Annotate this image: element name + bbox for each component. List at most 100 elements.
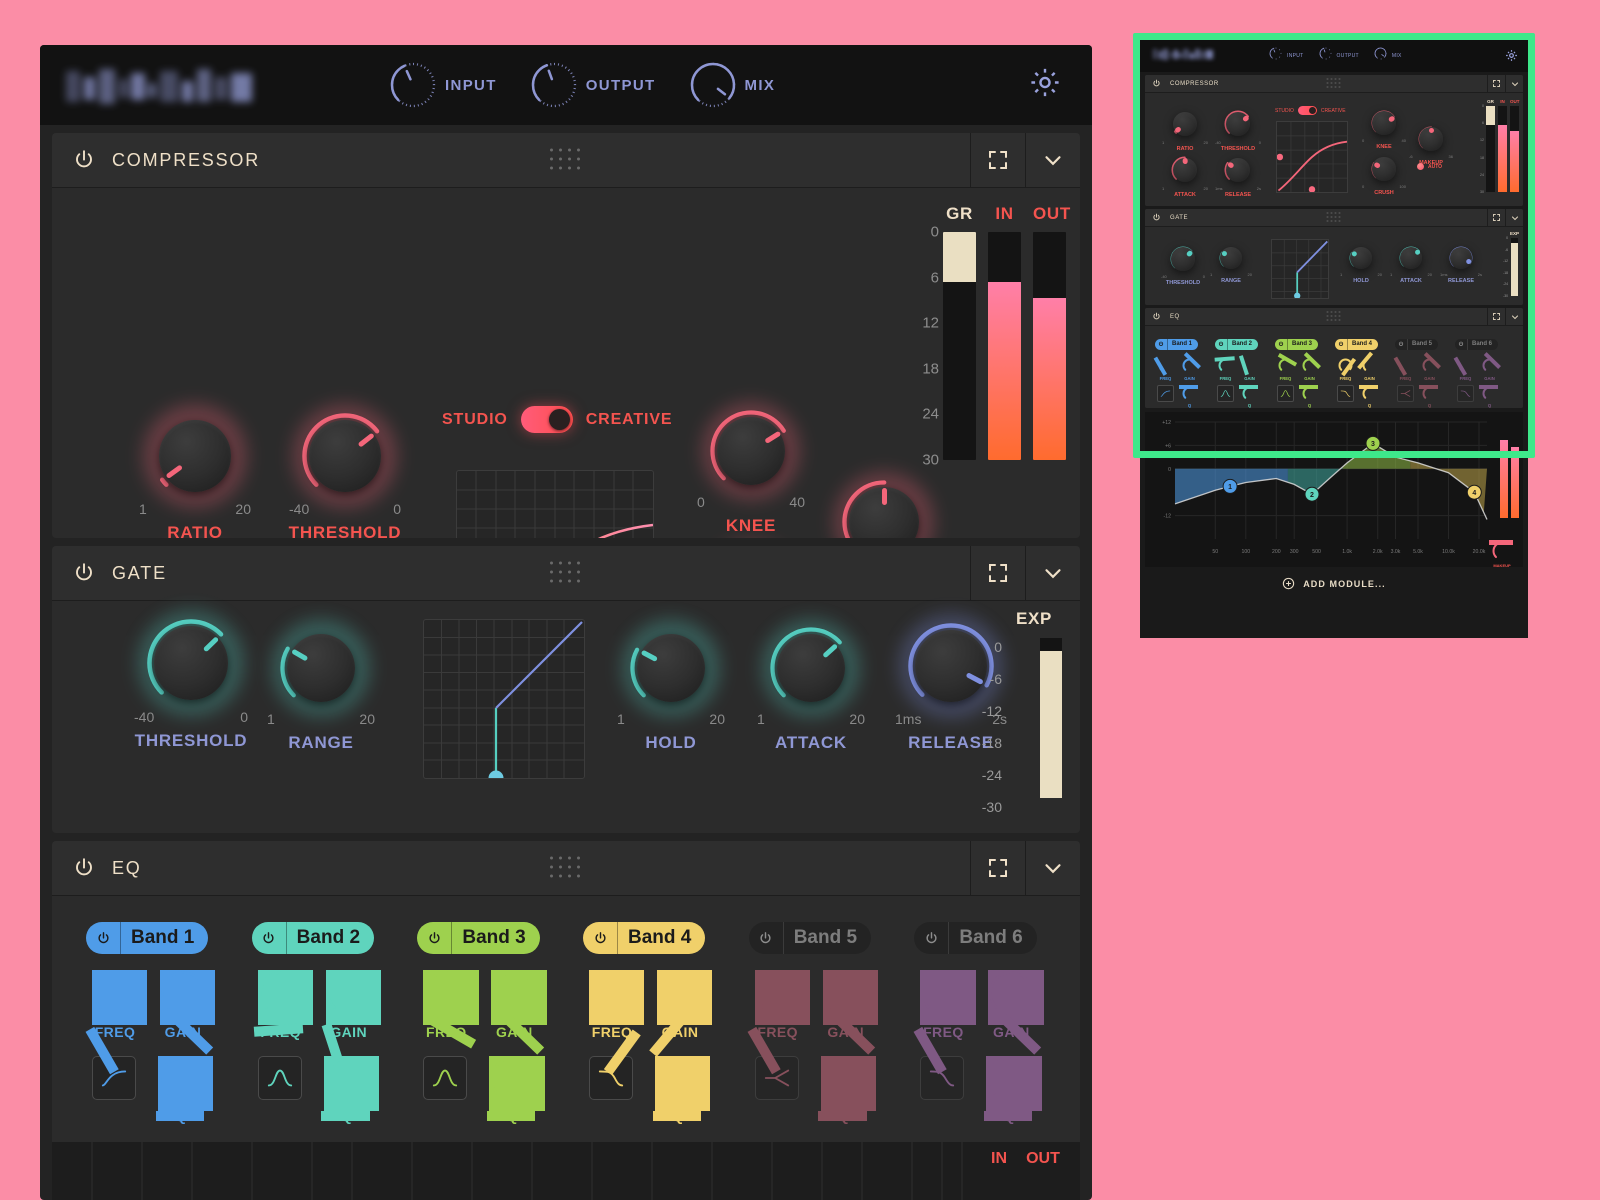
eq-band-2-freq-knob[interactable]: FREQ [253,970,313,1040]
thumb-eq-band-2-q[interactable]: Q [1238,385,1258,408]
eq-band-2-q-knob[interactable]: Q [321,1056,379,1124]
gear-icon[interactable] [1505,49,1518,67]
thumb-toggle-switch[interactable] [1297,106,1317,115]
thumb-knob-crush[interactable]: 0 100 CRUSH [1362,155,1406,196]
compressor-mode-toggle[interactable]: STUDIO CREATIVE [442,406,673,433]
thumb-eq-band-2-shape-bell-icon[interactable] [1217,385,1234,402]
eq-band-1-gain-knob[interactable]: GAIN [160,970,216,1055]
thumb-eq-band-3-q[interactable]: Q [1298,385,1318,408]
knob-ratio[interactable]: 1 20 RATIO [139,404,251,538]
power-icon[interactable] [1152,209,1161,227]
global-knob-input[interactable]: INPUT [390,62,497,108]
drag-grip-icon[interactable] [1326,311,1342,322]
expand-icon[interactable] [1487,75,1505,92]
power-icon[interactable] [252,922,287,954]
chevron-down-icon[interactable] [1505,308,1523,325]
thumb-global-knob-input[interactable]: INPUT [1268,46,1304,66]
eq-band-5-gain-knob[interactable]: GAIN [822,970,878,1055]
thumb-knob-threshold[interactable]: -40 0 THRESHOLD [1215,109,1261,152]
thumb-auto-control[interactable]: AUTO [1417,163,1442,170]
thumb-eq-response-graph[interactable]: 1 2 3 4 50 100 200 300 500 1.0k 2.0k 3.0k 5.0k 10.… [1145,412,1523,567]
thumb-eq-band-5-freq[interactable]: FREQ [1393,357,1414,381]
power-icon[interactable] [914,922,950,954]
knob-range[interactable]: 1 20 RANGE [267,618,375,752]
knob-knee[interactable]: 0 40 KNEE [697,401,805,535]
knob-ring-icon[interactable] [390,62,436,108]
thumb-eq-band-6-gain[interactable]: GAIN [1481,352,1501,381]
thumb-eq-band-2-freq[interactable]: FREQ [1214,356,1234,381]
thumb-knob-range[interactable]: 1 20 RANGE [1210,245,1252,284]
eq-band-6-gain-knob[interactable]: GAIN [988,970,1044,1055]
thumb-eq-band-1-freq[interactable]: FREQ [1153,357,1174,381]
power-icon[interactable] [1155,338,1168,350]
power-icon[interactable] [1455,338,1468,350]
power-icon[interactable] [1335,338,1348,350]
thumb-eq-band-6-shape-low-pass-icon[interactable] [1457,385,1474,402]
thumb-eq-band-3-freq[interactable]: FREQ [1277,353,1297,381]
thumb-eq-band-6-freq[interactable]: FREQ [1453,357,1474,381]
expand-icon[interactable] [970,841,1025,895]
thumb-knob-makeup[interactable]: -6 36 MAKEUP [1409,125,1453,166]
chevron-down-icon[interactable] [1025,546,1080,600]
eq-band-6-freq-knob[interactable]: FREQ [913,970,976,1075]
thumb-eq-band-5-q[interactable]: Q [1418,385,1438,408]
power-icon[interactable] [1152,308,1161,326]
thumb-knob-release[interactable]: 1ms 2s RELEASE [1440,245,1482,284]
power-icon[interactable] [749,922,784,954]
thumb-knob-attack[interactable]: 1 20 ATTACK [1162,155,1208,198]
thumb-knob-release[interactable]: 1ms 2s RELEASE [1215,155,1261,198]
eq-band-4-freq-knob[interactable]: FREQ [589,970,645,1075]
compressor-curve-graph[interactable] [456,470,654,538]
eq-band-2-toggle[interactable]: Band 2 [251,922,375,954]
thumb-eq-band-4-freq[interactable]: FREQ [1337,357,1356,381]
thumb-eq-band-3-gain[interactable]: GAIN [1301,352,1321,381]
thumb-eq-band-6-toggle[interactable]: Band 6 [1455,338,1499,350]
thumb-eq-band-6-q[interactable]: Q [1478,385,1498,408]
power-icon[interactable] [417,922,453,954]
eq-band-4-gain-knob[interactable]: GAIN [648,970,713,1057]
global-knob-mix[interactable]: MIX [690,62,776,108]
thumb-eq-band-4-q[interactable]: Q [1358,385,1378,408]
thumb-global-knob-output[interactable]: OUTPUT [1318,46,1359,66]
knob-ring-icon[interactable] [690,62,736,108]
power-icon[interactable] [1395,338,1408,350]
global-knob-output[interactable]: OUTPUT [531,62,656,108]
drag-grip-icon[interactable] [550,561,582,585]
thumb-eq-band-4-shape-high-shelf-icon[interactable] [1337,385,1354,402]
drag-grip-icon[interactable] [550,856,582,880]
eq-band-2-shape-bell-icon[interactable] [257,1056,302,1100]
thumb-knob-attack[interactable]: 1 20 ATTACK [1390,245,1432,284]
thumb-eq-band-2-toggle[interactable]: Band 2 [1215,338,1259,350]
eq-band-3-gain-knob[interactable]: GAIN [491,970,547,1055]
expand-icon[interactable] [970,133,1025,187]
led-icon[interactable] [1417,163,1424,170]
eq-band-1-q-knob[interactable]: Q [155,1056,214,1124]
eq-band-3-toggle[interactable]: Band 3 [417,922,540,954]
eq-band-4-toggle[interactable]: Band 4 [583,922,706,954]
chevron-down-icon[interactable] [1025,841,1080,895]
thumb-eq-band-1-gain[interactable]: GAIN [1181,352,1201,381]
power-icon[interactable] [72,148,96,172]
expand-icon[interactable] [1487,308,1505,325]
power-icon[interactable] [583,922,619,954]
eq-band-5-freq-knob[interactable]: FREQ [747,970,810,1075]
thumb-eq-band-5-shape-notch-icon[interactable] [1397,385,1414,402]
eq-response-graph[interactable]: IN OUT [52,1142,1080,1200]
thumb-makeup-knob[interactable]: MAKEUP [1488,540,1513,567]
thumb-eq-band-3-shape-bell-icon[interactable] [1277,385,1294,402]
knob-attack[interactable]: 1 20 ATTACK [757,618,865,752]
thumb-global-knob-mix[interactable]: MIX [1373,46,1402,66]
eq-band-5-q-knob[interactable]: Q [818,1056,876,1124]
knob-hold[interactable]: 1 20 HOLD [617,618,725,752]
eq-band-1-freq-knob[interactable]: FREQ [85,970,148,1075]
drag-grip-icon[interactable] [1326,212,1342,223]
thumb-eq-band-1-shape-low-shelf-icon[interactable] [1157,385,1174,402]
eq-band-5-toggle[interactable]: Band 5 [748,922,872,954]
mode-toggle-switch[interactable] [520,406,573,433]
thumb-eq-band-1-toggle[interactable]: Band 1 [1155,338,1199,350]
thumb-knob-hold[interactable]: 1 20 HOLD [1340,245,1382,284]
eq-band-2-gain-knob[interactable]: GAIN [321,970,381,1073]
chevron-down-icon[interactable] [1505,75,1523,92]
power-icon[interactable] [72,561,96,585]
knob-ring-icon[interactable] [531,62,577,108]
